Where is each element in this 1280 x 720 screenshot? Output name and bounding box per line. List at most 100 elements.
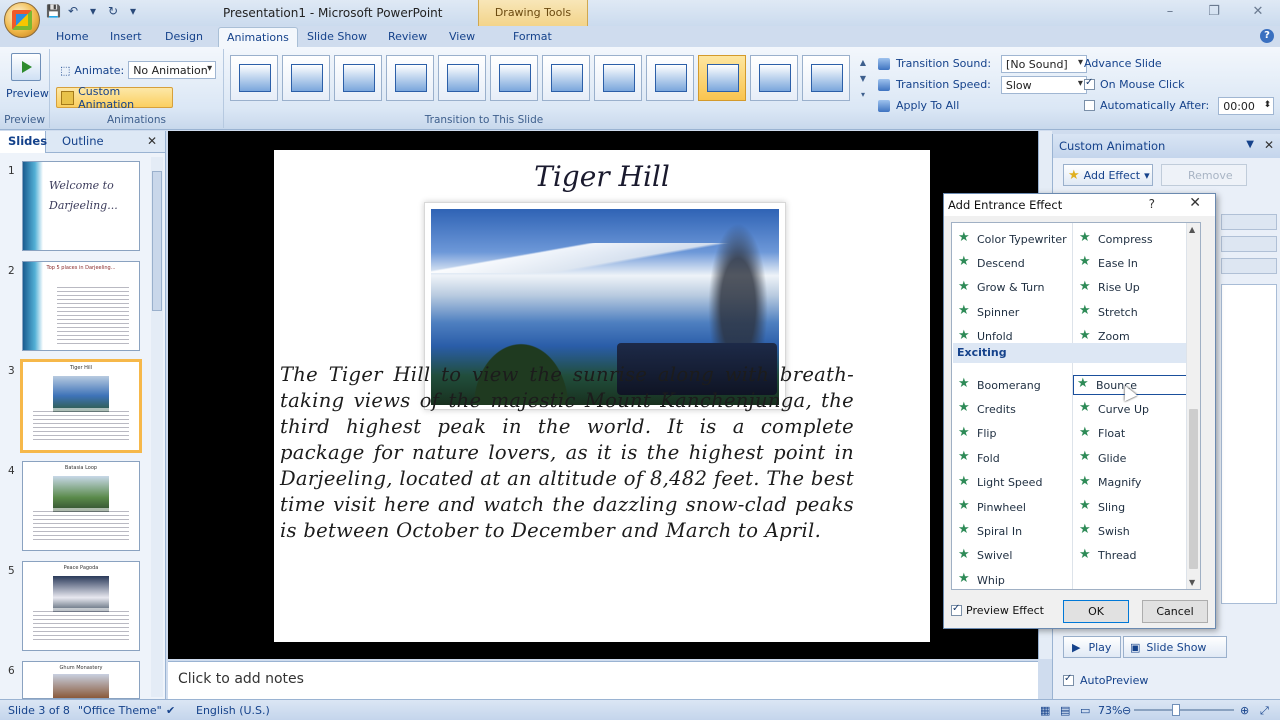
effect-item[interactable]: Whip: [958, 570, 1005, 589]
effect-list[interactable]: [1221, 284, 1277, 604]
effect-item[interactable]: Curve Up: [1079, 399, 1149, 419]
status-zoom[interactable]: 73%: [1098, 704, 1122, 717]
slideshow-view-icon[interactable]: ▭: [1080, 704, 1090, 717]
effect-speed-field[interactable]: [1221, 258, 1277, 274]
slide-thumbnail-6[interactable]: Ghum Monastery: [22, 661, 140, 699]
effect-item[interactable]: Thread: [1079, 546, 1136, 566]
slide-thumbnail-2[interactable]: Top 5 places in Darjeeling...: [22, 261, 140, 351]
gallery-scroll[interactable]: ▲ ▼ ▾: [858, 55, 868, 103]
transition-item[interactable]: [334, 55, 382, 101]
transition-item[interactable]: [490, 55, 538, 101]
office-button[interactable]: [4, 2, 40, 38]
status-theme[interactable]: "Office Theme": [78, 704, 162, 717]
autopreview-checkbox[interactable]: [1063, 673, 1074, 686]
slide-sorter-icon[interactable]: ▤: [1060, 704, 1070, 717]
effect-item[interactable]: Spiral In: [958, 521, 1022, 541]
zoom-slider-knob[interactable]: [1172, 704, 1180, 716]
effect-start-field[interactable]: [1221, 214, 1277, 230]
slide-title[interactable]: Tiger Hill: [274, 160, 930, 193]
status-language[interactable]: English (U.S.): [196, 704, 270, 717]
spell-check-icon[interactable]: ✔: [166, 704, 175, 717]
transition-item[interactable]: [386, 55, 434, 101]
apply-to-all-button[interactable]: Apply To All: [878, 95, 1087, 116]
effect-item[interactable]: Swish: [1079, 521, 1130, 541]
dialog-close-icon[interactable]: ✕: [1189, 195, 1201, 211]
transition-item[interactable]: [802, 55, 850, 101]
auto-after-spinner[interactable]: 00:00: [1218, 96, 1275, 115]
effect-item[interactable]: Fold: [958, 448, 1000, 468]
transition-sound-combo[interactable]: [No Sound]: [1001, 54, 1088, 73]
effect-item[interactable]: Credits: [958, 399, 1016, 419]
auto-after-checkbox[interactable]: [1084, 100, 1095, 111]
slide-show-button[interactable]: ▣ Slide Show: [1123, 636, 1227, 658]
add-effect-button[interactable]: ★ Add Effect ▾: [1063, 164, 1153, 186]
effect-item[interactable]: Compress: [1079, 229, 1153, 249]
task-pane-dropdown-icon[interactable]: ▼: [1246, 139, 1254, 150]
preview-effect-row[interactable]: Preview Effect: [951, 603, 1044, 617]
effect-item[interactable]: Swivel: [958, 546, 1012, 566]
help-icon[interactable]: ?: [1260, 29, 1274, 43]
effect-item[interactable]: Rise Up: [1079, 278, 1140, 298]
redo-icon[interactable]: ↻: [106, 4, 120, 18]
effect-item[interactable]: Flip: [958, 424, 996, 444]
customize-qat-icon[interactable]: ▾: [126, 4, 140, 18]
zoom-slider[interactable]: [1134, 709, 1234, 711]
effect-item[interactable]: Spinner: [958, 302, 1019, 322]
slide-thumbnail-4[interactable]: Batasia Loop: [22, 461, 140, 551]
effect-item[interactable]: Descend: [958, 253, 1025, 273]
auto-after-row[interactable]: Automatically After: 00:00: [1084, 95, 1275, 116]
on-mouse-click-checkbox[interactable]: [1084, 77, 1095, 90]
cancel-button[interactable]: Cancel: [1142, 600, 1208, 623]
transition-item[interactable]: [282, 55, 330, 101]
effects-scrollbar[interactable]: ▲ ▼: [1186, 223, 1200, 589]
preview-effect-checkbox[interactable]: [951, 603, 962, 616]
tab-slides[interactable]: Slides: [0, 131, 47, 153]
effect-item[interactable]: Stretch: [1079, 302, 1138, 322]
zoom-out-icon[interactable]: ⊖: [1122, 704, 1131, 717]
slide-thumbnail-3-selected[interactable]: Tiger Hill: [20, 359, 142, 453]
effect-item[interactable]: Light Speed: [958, 473, 1042, 493]
effect-item[interactable]: Float: [1079, 424, 1125, 444]
effect-item[interactable]: Pinwheel: [958, 497, 1026, 517]
transition-item[interactable]: [646, 55, 694, 101]
close-button[interactable]: ✕: [1236, 0, 1280, 26]
zoom-in-icon[interactable]: ⊕: [1240, 704, 1249, 717]
slide-thumbnail-1[interactable]: Welcome to Darjeeling...: [22, 161, 140, 251]
scroll-down-icon[interactable]: ▼: [1189, 578, 1195, 587]
tab-animations[interactable]: Animations: [218, 27, 298, 48]
transition-item[interactable]: [230, 55, 278, 101]
dialog-help-icon[interactable]: ?: [1149, 197, 1155, 211]
transition-speed-combo[interactable]: Slow: [1000, 75, 1087, 94]
transition-item-selected[interactable]: [698, 55, 746, 101]
undo-icon[interactable]: ↶: [66, 4, 80, 18]
transition-item[interactable]: [750, 55, 798, 101]
tab-review[interactable]: Review: [388, 30, 427, 43]
undo-dropdown-icon[interactable]: ▾: [86, 4, 100, 18]
slide-canvas[interactable]: Tiger Hill The Tiger Hill to view the su…: [274, 150, 930, 642]
task-pane-close-icon[interactable]: ✕: [1264, 138, 1274, 152]
effect-item[interactable]: Grow & Turn: [958, 278, 1044, 298]
effects-scroll-thumb[interactable]: [1189, 409, 1198, 569]
effect-item[interactable]: Sling: [1079, 497, 1125, 517]
notes-pane[interactable]: Click to add notes: [168, 661, 1038, 699]
pane-close-icon[interactable]: ✕: [147, 134, 157, 148]
tab-view[interactable]: View: [449, 30, 475, 43]
animate-combo[interactable]: No Animation: [128, 61, 217, 79]
effect-item[interactable]: Boomerang: [958, 375, 1041, 395]
effect-item[interactable]: Ease In: [1079, 253, 1138, 273]
custom-animation-button[interactable]: Custom Animation: [56, 85, 173, 111]
tab-format[interactable]: Format: [513, 30, 552, 43]
restore-button[interactable]: ❐: [1192, 0, 1236, 26]
tab-slide-show[interactable]: Slide Show: [307, 30, 367, 43]
ok-button[interactable]: OK: [1063, 600, 1129, 623]
autopreview-row[interactable]: AutoPreview: [1063, 673, 1148, 687]
save-icon[interactable]: 💾: [46, 4, 61, 18]
effect-item[interactable]: Color Typewriter: [958, 229, 1067, 249]
transition-item[interactable]: [542, 55, 590, 101]
slide-thumbnail-5[interactable]: Peace Pagoda: [22, 561, 140, 651]
fit-slide-icon[interactable]: ⤢: [1260, 704, 1269, 718]
tab-outline[interactable]: Outline: [62, 134, 104, 148]
effect-item[interactable]: Glide: [1079, 448, 1126, 468]
play-button[interactable]: ▶ Play: [1063, 636, 1121, 658]
effect-item[interactable]: Magnify: [1079, 473, 1141, 493]
